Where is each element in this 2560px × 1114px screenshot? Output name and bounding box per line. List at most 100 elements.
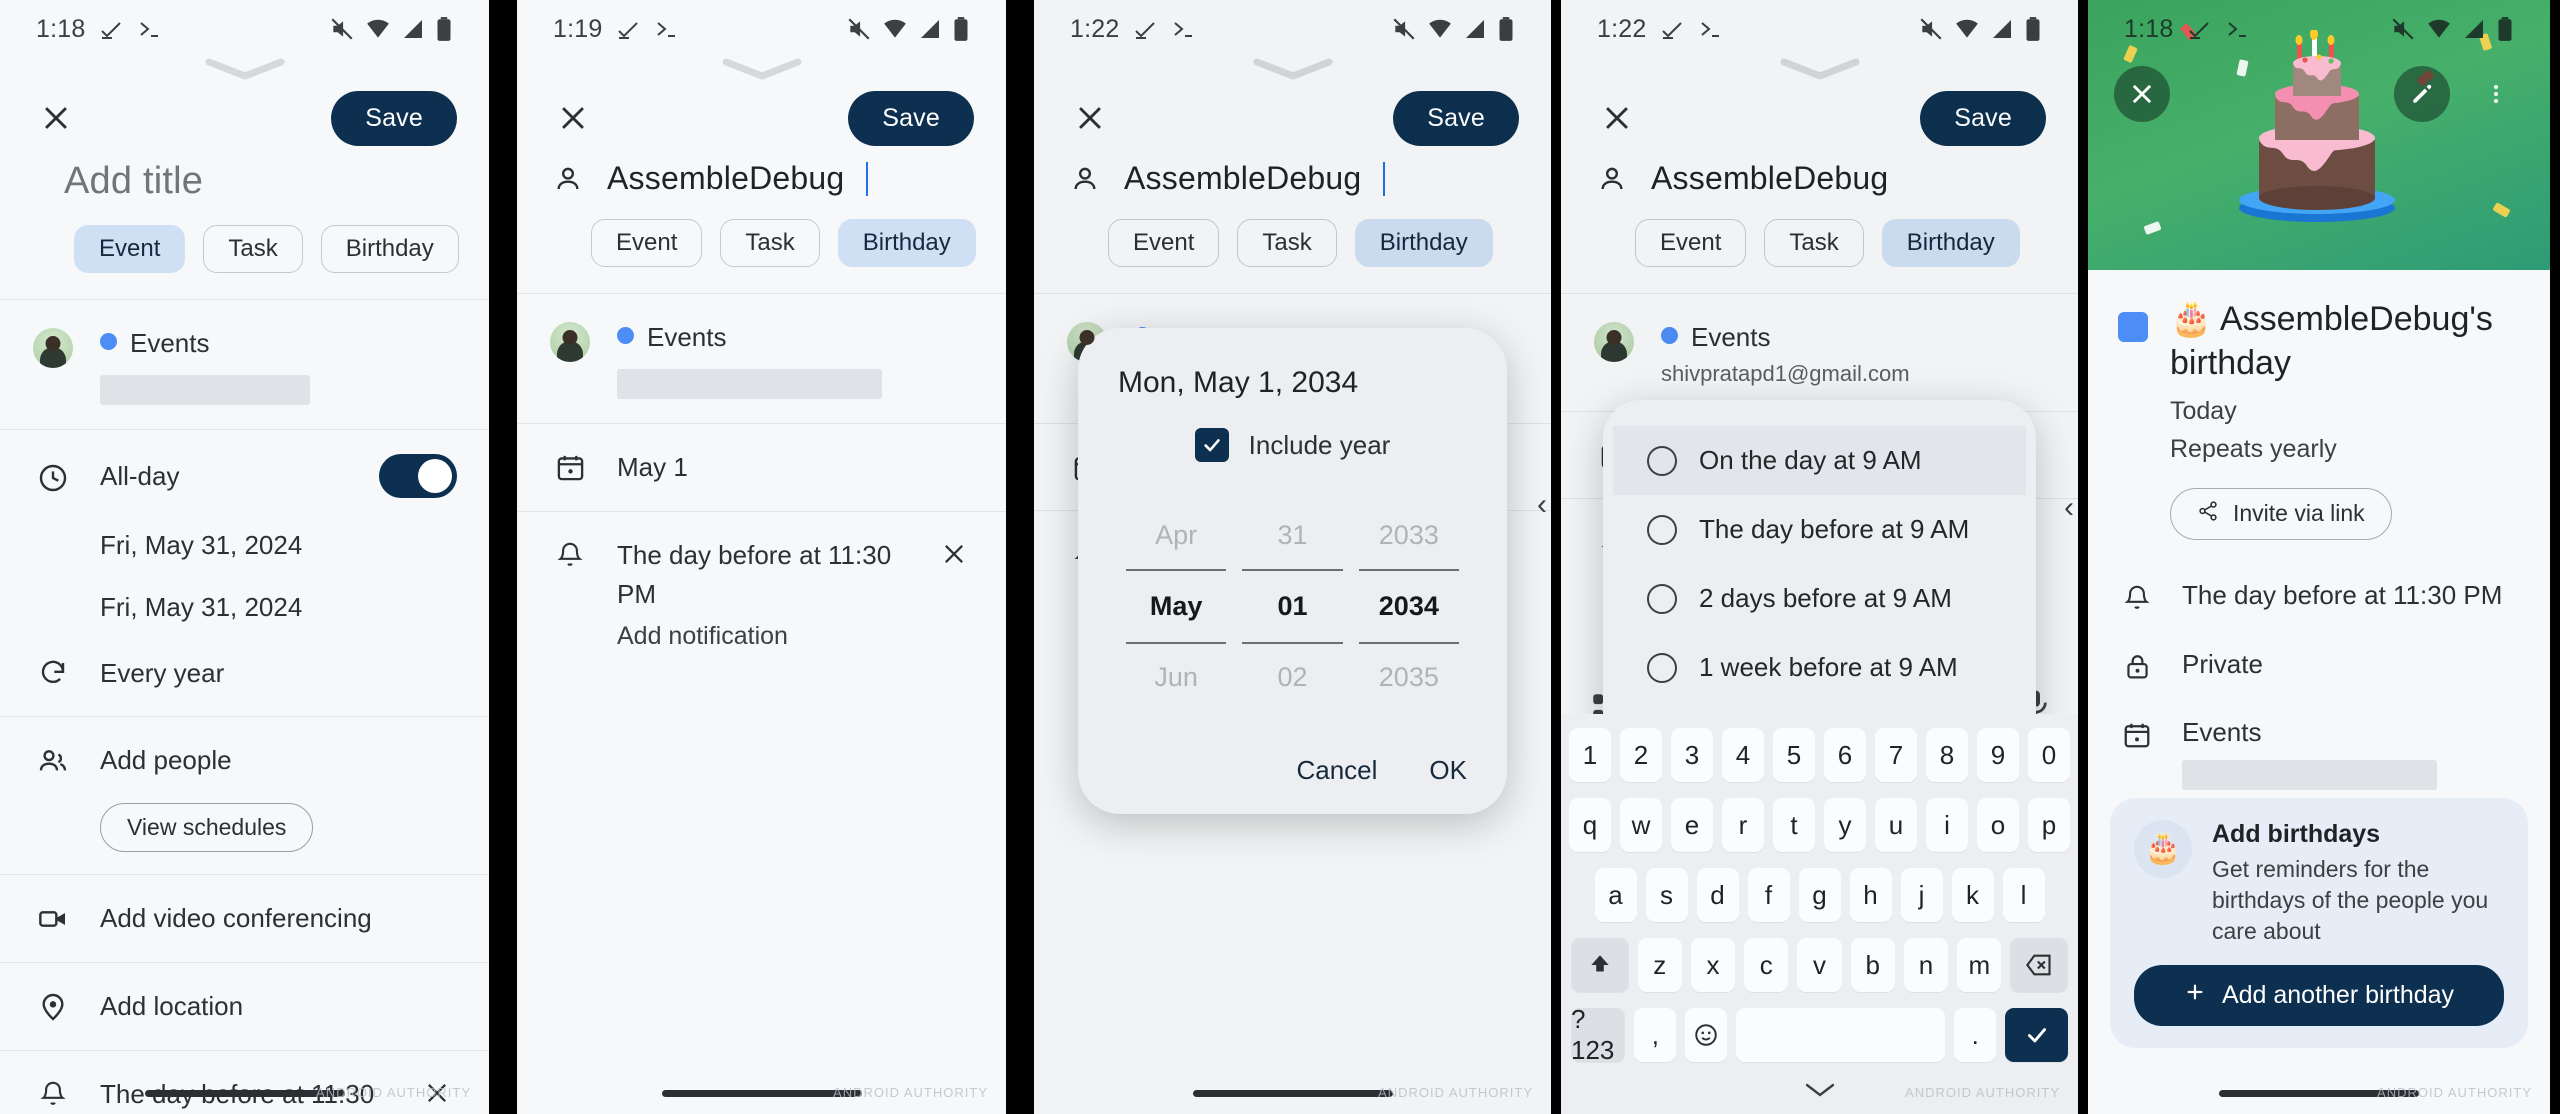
allday-toggle[interactable] [379, 454, 457, 498]
include-year-checkbox[interactable] [1194, 428, 1229, 462]
key-z[interactable]: z [1637, 938, 1682, 992]
year-spinner[interactable]: 2033 2034 2035 [1351, 502, 1467, 711]
key-comma[interactable]: , [1634, 1008, 1677, 1062]
date-value[interactable]: May 1 [617, 448, 974, 487]
key-a[interactable]: a [1594, 868, 1637, 922]
title-placeholder[interactable]: Add title [32, 160, 203, 203]
drag-handle[interactable] [0, 58, 489, 84]
repeat-row[interactable]: Every year [0, 646, 489, 716]
notification-label[interactable]: The day before at 11:30 PM [617, 536, 908, 614]
key-c[interactable]: c [1744, 938, 1789, 992]
video-row[interactable]: Add video conferencing [0, 875, 489, 962]
allday-row[interactable]: All-day [0, 430, 489, 522]
key-b[interactable]: b [1850, 938, 1895, 992]
notif-option-on-the-day[interactable]: On the day at 9 AM [1613, 426, 2026, 495]
chip-birthday[interactable]: Birthday [320, 225, 459, 273]
emoji-icon[interactable] [1685, 1008, 1728, 1062]
cancel-button[interactable]: Cancel [1296, 755, 1377, 786]
key-w[interactable]: w [1620, 798, 1662, 852]
key-period[interactable]: . [1954, 1008, 1997, 1062]
ok-button[interactable]: OK [1429, 755, 1467, 786]
key-l[interactable]: l [2002, 868, 2045, 922]
key-p[interactable]: p [2028, 798, 2070, 852]
key-8[interactable]: 8 [1926, 728, 1968, 782]
day-spinner[interactable]: 31 01 02 [1234, 502, 1350, 711]
chevron-left-icon[interactable]: ‹ [1537, 488, 1547, 522]
title-row[interactable]: Add title [0, 146, 489, 203]
key-m[interactable]: m [1957, 938, 2002, 992]
enter-icon[interactable] [2005, 1008, 2068, 1062]
title-row[interactable]: AssembleDebug [517, 146, 1006, 197]
key-n[interactable]: n [1903, 938, 1949, 992]
detail-notification-row[interactable]: The day before at 11:30 PM [2088, 562, 2550, 631]
more-vertical-icon[interactable] [2468, 66, 2524, 122]
key-6[interactable]: 6 [1824, 728, 1866, 782]
end-date-row[interactable]: Fri, May 31, 2024 [0, 584, 489, 646]
key-u[interactable]: u [1875, 798, 1917, 852]
key-x[interactable]: x [1690, 938, 1736, 992]
close-icon[interactable] [32, 94, 80, 142]
home-indicator[interactable] [144, 1089, 345, 1097]
key-h[interactable]: h [1849, 868, 1892, 922]
pencil-icon[interactable] [2394, 66, 2450, 122]
key-k[interactable]: k [1951, 868, 1994, 922]
save-button[interactable]: Save [331, 90, 457, 146]
chip-birthday[interactable]: Birthday [837, 219, 976, 267]
month-next[interactable]: Jun [1118, 644, 1234, 711]
radio-icon[interactable] [1647, 583, 1677, 614]
drag-handle[interactable] [517, 58, 1006, 84]
key-1[interactable]: 1 [1569, 728, 1611, 782]
title-value[interactable]: AssembleDebug [607, 160, 844, 197]
video-label[interactable]: Add video conferencing [100, 899, 457, 938]
notif-option-2-days-before[interactable]: 2 days before at 9 AM [1613, 564, 2026, 633]
add-notification-link[interactable]: Add notification [517, 620, 1006, 651]
key-q[interactable]: q [1569, 798, 1611, 852]
radio-icon[interactable] [1647, 514, 1677, 545]
chevron-down-icon[interactable] [1803, 1080, 1837, 1105]
key-0[interactable]: 0 [2028, 728, 2070, 782]
key-e[interactable]: e [1671, 798, 1713, 852]
home-indicator[interactable] [1192, 1089, 1393, 1097]
close-icon[interactable] [2114, 66, 2170, 122]
repeat-label[interactable]: Every year [100, 654, 457, 693]
detail-visibility-row[interactable]: Private [2088, 631, 2550, 699]
key-4[interactable]: 4 [1722, 728, 1764, 782]
day-prev[interactable]: 31 [1234, 502, 1350, 569]
key-g[interactable]: g [1798, 868, 1841, 922]
chip-task[interactable]: Task [203, 225, 303, 273]
start-date[interactable]: Fri, May 31, 2024 [100, 526, 457, 565]
calendar-row[interactable]: Events [517, 294, 1006, 423]
key-7[interactable]: 7 [1875, 728, 1917, 782]
radio-icon[interactable] [1647, 445, 1677, 476]
location-label[interactable]: Add location [100, 987, 457, 1026]
shift-icon[interactable] [1571, 938, 1629, 992]
add-people-label[interactable]: Add people [100, 741, 457, 780]
chevron-left-icon[interactable]: ‹ [2064, 491, 2074, 525]
key-t[interactable]: t [1773, 798, 1815, 852]
year-next[interactable]: 2035 [1351, 644, 1467, 711]
calendar-row[interactable]: Events [0, 300, 489, 429]
close-icon[interactable] [549, 94, 597, 142]
key-3[interactable]: 3 [1671, 728, 1713, 782]
key-s[interactable]: s [1645, 868, 1688, 922]
key-o[interactable]: o [1977, 798, 2019, 852]
start-date-row[interactable]: Fri, May 31, 2024 [0, 522, 489, 584]
home-indicator[interactable] [661, 1089, 862, 1097]
chip-event[interactable]: Event [591, 219, 703, 267]
save-button[interactable]: Save [848, 90, 974, 146]
end-date[interactable]: Fri, May 31, 2024 [100, 588, 457, 627]
notif-option-day-before[interactable]: The day before at 9 AM [1613, 495, 2026, 564]
year-prev[interactable]: 2033 [1351, 502, 1467, 569]
invite-via-link-button[interactable]: Invite via link [2170, 487, 2392, 540]
notif-option-1-week-before[interactable]: 1 week before at 9 AM [1613, 633, 2026, 702]
key-2[interactable]: 2 [1620, 728, 1662, 782]
remove-notification-icon[interactable] [934, 536, 974, 568]
detail-calendar-row[interactable]: Events [2088, 699, 2550, 808]
key-5[interactable]: 5 [1773, 728, 1815, 782]
date-row[interactable]: May 1 [517, 424, 1006, 511]
people-row[interactable]: Add people [0, 717, 489, 803]
radio-icon[interactable] [1647, 652, 1677, 683]
key-j[interactable]: j [1900, 868, 1943, 922]
location-row[interactable]: Add location [0, 963, 489, 1050]
month-spinner[interactable]: Apr May Jun [1118, 502, 1234, 711]
